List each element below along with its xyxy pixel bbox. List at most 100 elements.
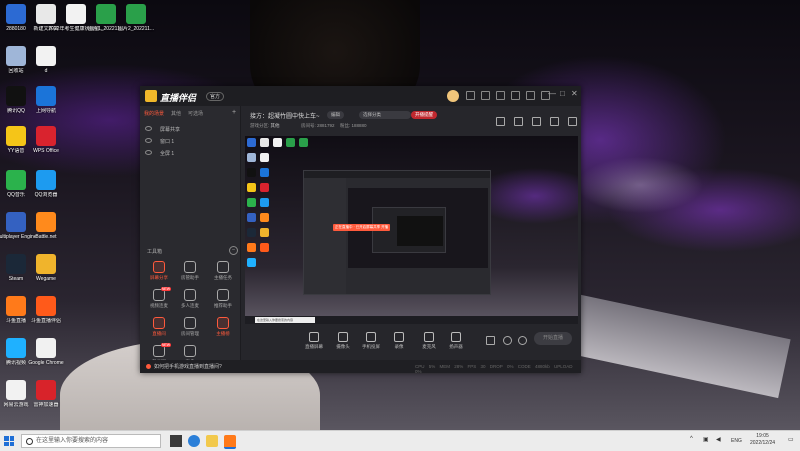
- share-icon[interactable]: [568, 117, 577, 126]
- desktop-icon[interactable]: 雷神加速器: [18, 380, 74, 408]
- layer-item[interactable]: 全屏 1: [145, 150, 174, 157]
- tab-other[interactable]: 其他: [171, 110, 181, 117]
- desktop-icon[interactable]: d: [18, 46, 74, 74]
- task-view-icon[interactable]: [170, 435, 182, 447]
- desktop-icon-label: 上网导航: [35, 108, 56, 114]
- tool-icon: [153, 261, 165, 273]
- notice-badge[interactable]: 开播提醒: [411, 111, 437, 119]
- add-scene-button[interactable]: +: [232, 109, 236, 116]
- toolbox-item[interactable]: 房间管理: [175, 317, 205, 337]
- bell-icon[interactable]: [550, 117, 559, 126]
- help-tip[interactable]: 如何把手机游戏直播到直播间?: [146, 363, 222, 370]
- tab-my-scenes[interactable]: 我的场景: [144, 110, 164, 117]
- gift-icon[interactable]: [496, 91, 505, 100]
- eye-icon[interactable]: [145, 126, 152, 131]
- lock-icon[interactable]: [514, 117, 523, 126]
- source-control[interactable]: 麦克风: [417, 332, 441, 350]
- minimize-button[interactable]: —: [548, 89, 556, 98]
- app-icon: [36, 46, 56, 66]
- settings-icon[interactable]: [518, 336, 527, 345]
- live-companion-taskbar-icon[interactable]: [224, 435, 236, 449]
- layer-item[interactable]: 屏幕共享: [145, 126, 180, 133]
- mail-icon[interactable]: [511, 91, 520, 100]
- headset-icon[interactable]: [466, 91, 475, 100]
- scene-panel: 我的场景 其他 可选场 + 屏幕共享 窗口 1 全屏 1 工具箱 – 屏幕分享房…: [140, 106, 241, 373]
- desktop-icon[interactable]: WPS Office: [18, 126, 74, 154]
- network-icon[interactable]: ▣: [703, 436, 709, 443]
- stream-title: 接方：超凝竹圆中快上车~: [250, 114, 320, 120]
- toolbox-item[interactable]: 主播任务: [208, 261, 238, 281]
- select-category-button[interactable]: 选择分类: [359, 111, 411, 119]
- tool-icon: [184, 345, 196, 357]
- toolbox-item[interactable]: 直播间: [144, 317, 174, 337]
- pause-icon[interactable]: [503, 336, 512, 345]
- maximize-button[interactable]: □: [560, 89, 565, 98]
- notification-icon[interactable]: ▭: [788, 436, 794, 443]
- camera-switch-icon[interactable]: [486, 336, 495, 345]
- edit-title-button[interactable]: 编辑: [327, 111, 344, 119]
- toolbox-item[interactable]: 屏幕分享: [144, 261, 174, 281]
- windows-start-icon[interactable]: [4, 436, 14, 446]
- desktop-icon[interactable]: Google Chrome: [18, 338, 74, 366]
- app-icon: [36, 212, 56, 232]
- fan-count: 粉丝: 188880: [340, 123, 367, 128]
- nested-preview-2: [397, 216, 443, 246]
- app-icon: [36, 170, 56, 190]
- desktop-icon[interactable]: 图片2_202211...: [108, 4, 164, 32]
- tool-label: 多人连麦: [181, 303, 199, 308]
- volume-icon[interactable]: ◀: [716, 436, 721, 443]
- close-button[interactable]: ✕: [571, 89, 578, 98]
- desktop-icon-label: 图片2_202211...: [117, 26, 155, 32]
- desktop-icon[interactable]: Battle.net: [18, 212, 74, 240]
- language-indicator[interactable]: ENG: [731, 438, 742, 444]
- desktop-icon[interactable]: Wegame: [18, 254, 74, 282]
- avatar[interactable]: [447, 90, 459, 102]
- gift-icon[interactable]: [532, 117, 541, 126]
- source-control[interactable]: 摄像头: [331, 332, 355, 350]
- desktop-icon[interactable]: 斗鱼直播伴侣: [18, 296, 74, 324]
- eye-icon[interactable]: [145, 150, 152, 155]
- preview-app-icon: [247, 228, 256, 237]
- start-live-button[interactable]: 开始直播: [534, 332, 572, 345]
- toolbox-item[interactable]: 主播榜: [208, 317, 238, 337]
- app-icon: [126, 4, 146, 24]
- stream-info-header: 接方：超凝竹圆中快上车~ 编辑 选择分类 开播提醒 游戏分区: 其他 房间号: …: [241, 106, 581, 136]
- taskbar-search-input[interactable]: 在这里输入你要搜索的内容: [21, 434, 161, 448]
- preview-app-icon: [299, 138, 308, 147]
- source-control[interactable]: 扬声器: [444, 332, 468, 350]
- trash-icon[interactable]: [496, 117, 505, 126]
- layer-item[interactable]: 窗口 1: [145, 138, 174, 145]
- toolbox-item[interactable]: 多人连麦: [175, 289, 205, 309]
- tool-icon: [217, 317, 229, 329]
- skin-icon[interactable]: [526, 91, 535, 100]
- tool-icon: [184, 289, 196, 301]
- windows-taskbar: 在这里输入你要搜索的内容 ^ ▣ ◀ ENG 19:05 2022/12/24 …: [0, 430, 800, 451]
- desktop-icon[interactable]: QQ浏览器: [18, 170, 74, 198]
- tab-optional[interactable]: 可选场: [188, 110, 203, 117]
- toolbox-collapse-button[interactable]: –: [229, 246, 238, 255]
- toolbox-label: 工具箱: [147, 249, 163, 255]
- preview-app-icon: [273, 138, 282, 147]
- title-bar[interactable]: 直播伴侣 官方 — □ ✕: [140, 86, 581, 106]
- live-preview[interactable]: 正在直播中 · 已开启屏幕共享 开播 在这里输入你要搜索的内容: [245, 136, 578, 324]
- desktop-icon[interactable]: 上网导航: [18, 86, 74, 114]
- source-control[interactable]: 录像: [387, 332, 411, 350]
- toolbox-item[interactable]: 房管助手: [175, 261, 205, 281]
- source-control[interactable]: 直播屏幕: [302, 332, 326, 350]
- file-explorer-icon[interactable]: [206, 435, 218, 447]
- toolbox-item[interactable]: 推荐助手: [208, 289, 238, 309]
- control-icon: [309, 332, 319, 342]
- control-icon: [394, 332, 404, 342]
- system-clock[interactable]: 19:05 2022/12/24: [750, 433, 775, 447]
- live-companion-window: 直播伴侣 官方 — □ ✕ 我的场景 其他 可选场 + 屏幕共享 窗口 1 全屏…: [140, 86, 581, 373]
- control-label: 摄像头: [336, 344, 350, 349]
- performance-stats: CPU 5% MEM 28% FPS 30 DROP 0% CODE 4880k…: [415, 364, 573, 373]
- preview-app-icon: [247, 213, 256, 222]
- eye-icon[interactable]: [145, 138, 152, 143]
- toolbox-item[interactable]: 视频连麦 NEW: [144, 287, 174, 309]
- tool-icon: [217, 261, 229, 273]
- source-control[interactable]: 手机投屏: [359, 332, 383, 350]
- tray-chevron-icon[interactable]: ^: [690, 436, 693, 442]
- chat-icon[interactable]: [481, 91, 490, 100]
- edge-icon[interactable]: [188, 435, 200, 447]
